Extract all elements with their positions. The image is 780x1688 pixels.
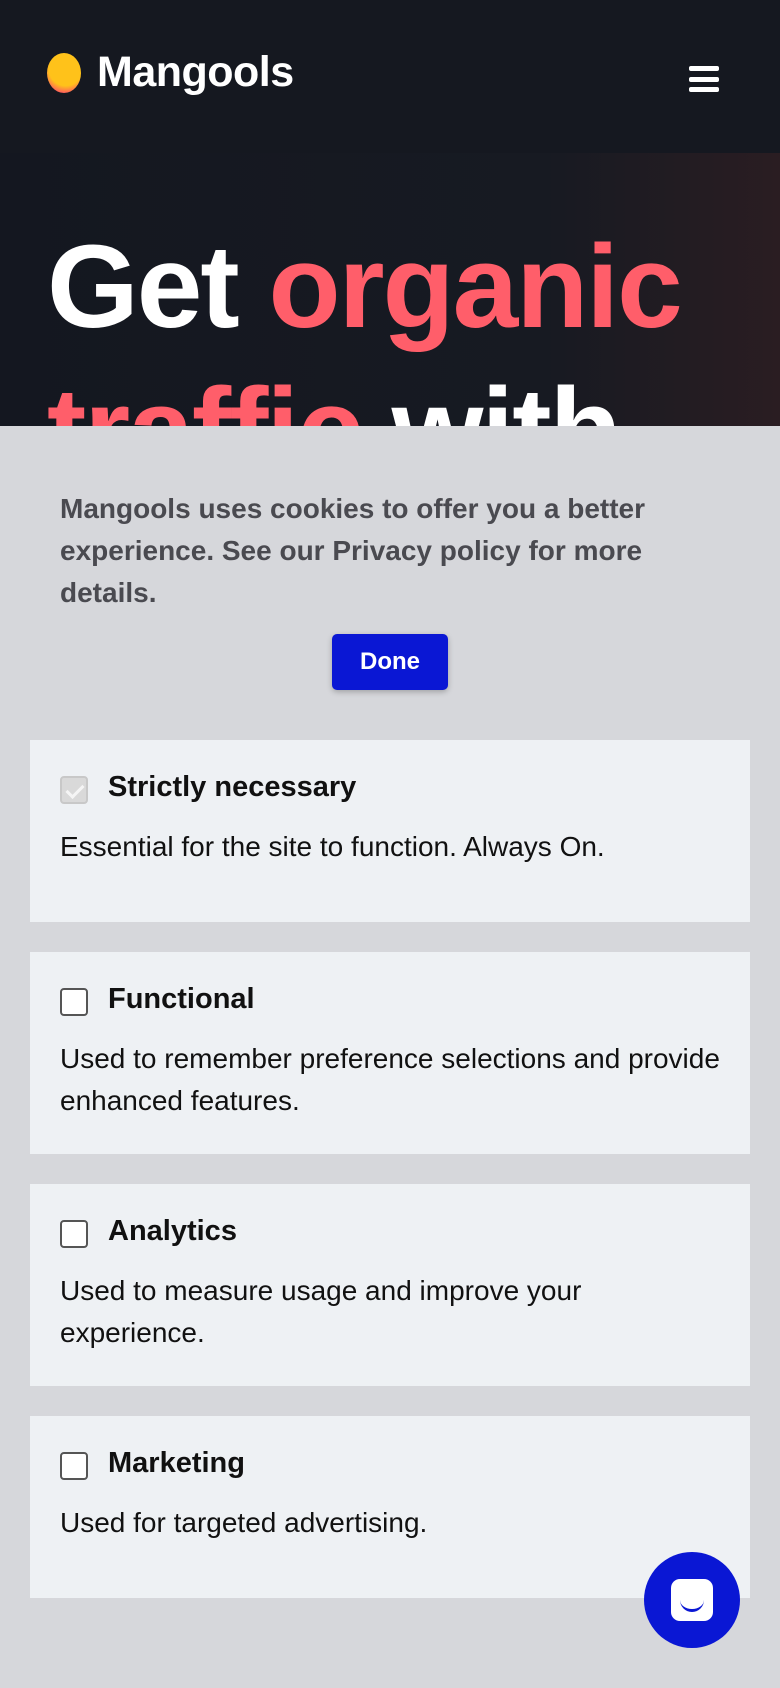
cookie-category-marketing: Marketing Used for targeted advertising.	[30, 1416, 750, 1598]
brand-logo[interactable]: Mangools	[47, 48, 294, 97]
hero-headline-line1: Get organic	[47, 228, 683, 346]
cookie-category-strictly-necessary: Strictly necessary Essential for the sit…	[30, 740, 750, 922]
marketing-checkbox[interactable]	[60, 1452, 88, 1480]
strictly-necessary-checkbox	[60, 776, 88, 804]
category-description: Essential for the site to function. Alwa…	[60, 831, 605, 862]
category-title: Analytics	[108, 1215, 237, 1247]
category-title: Functional	[108, 983, 255, 1015]
category-description: Used to remember preference selections a…	[60, 1043, 720, 1116]
hero-section: Get organic traffic with	[0, 153, 780, 426]
hero-headline-line2: traffic with	[47, 371, 622, 426]
hero-word-get: Get	[47, 221, 240, 353]
category-title: Strictly necessary	[108, 771, 357, 803]
mango-logo-icon	[47, 52, 81, 93]
cookie-notice-text: Mangools uses cookies to offer you a bet…	[60, 493, 646, 608]
category-description: Used for targeted advertising.	[60, 1507, 428, 1538]
hamburger-menu-icon[interactable]	[689, 66, 719, 92]
category-description: Used to measure usage and improve your e…	[60, 1275, 582, 1348]
category-title: Marketing	[108, 1447, 245, 1479]
site-header: Mangools	[0, 0, 780, 153]
functional-checkbox[interactable]	[60, 988, 88, 1016]
brand-name: Mangools	[97, 48, 294, 96]
hero-word-with: with	[392, 364, 622, 426]
cookie-category-functional: Functional Used to remember preference s…	[30, 952, 750, 1154]
analytics-checkbox[interactable]	[60, 1220, 88, 1248]
cookie-category-analytics: Analytics Used to measure usage and impr…	[30, 1184, 750, 1386]
done-button[interactable]: Done	[332, 634, 448, 690]
hero-word-organic: organic	[268, 221, 683, 353]
chat-launcher-button[interactable]	[644, 1552, 740, 1648]
hero-word-traffic: traffic	[47, 364, 363, 426]
chat-bubble-icon	[671, 1579, 713, 1621]
